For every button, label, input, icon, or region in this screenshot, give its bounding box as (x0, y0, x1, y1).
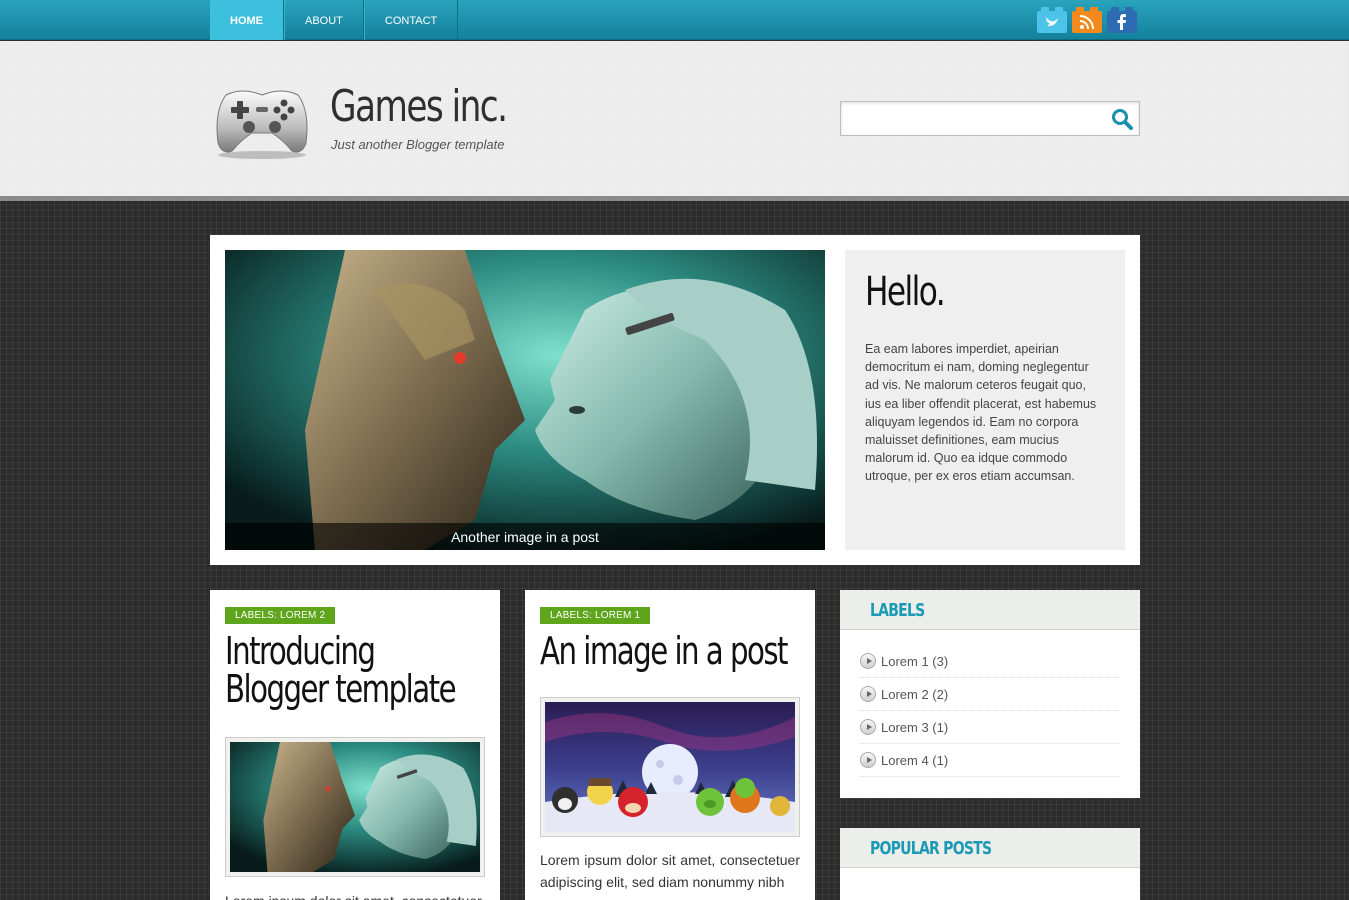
nav-home[interactable]: HOME (210, 0, 284, 40)
featured-section: Another image in a post Hello. Ea eam la… (210, 235, 1140, 565)
twitter-icon[interactable] (1036, 7, 1067, 33)
popular-posts-widget: POPULAR POSTS (840, 828, 1140, 900)
rss-icon[interactable] (1071, 7, 1102, 33)
post-thumbnail[interactable] (225, 737, 485, 877)
top-nav-bar: HOME ABOUT CONTACT (0, 0, 1349, 40)
facebook-icon[interactable] (1106, 7, 1137, 33)
post-title[interactable]: An image in a post (540, 632, 794, 670)
hero-caption: Another image in a post (225, 523, 825, 550)
nav-contact[interactable]: CONTACT (363, 0, 459, 40)
label-item[interactable]: Lorem 3 (1) (860, 711, 1120, 744)
post-card: LABELS: LOREM 1 An image in a post Lorem… (525, 590, 815, 900)
main-nav: HOME ABOUT CONTACT (210, 0, 459, 40)
site-title[interactable]: Games inc. (330, 81, 508, 132)
site-header: Games inc. Just another Blogger template (0, 41, 1349, 201)
arrow-bullet-icon (860, 686, 876, 702)
label-list: Lorem 1 (3) Lorem 2 (2) Lorem 3 (1) Lore… (840, 630, 1140, 797)
labels-widget: LABELS Lorem 1 (3) Lorem 2 (2) Lorem 3 (… (840, 590, 1140, 798)
post-excerpt: Lorem ipsum dolor sit amet, consectetuer (225, 890, 485, 900)
widget-title: POPULAR POSTS (840, 828, 1140, 868)
widget-title: LABELS (840, 590, 1140, 630)
label-item[interactable]: Lorem 2 (2) (860, 678, 1120, 711)
search-input[interactable] (841, 102, 1101, 135)
post-card: LABELS: LOREM 2 Introducing Blogger temp… (210, 590, 500, 900)
post-thumbnail[interactable] (540, 697, 800, 837)
label-item[interactable]: Lorem 4 (1) (860, 744, 1120, 777)
arrow-bullet-icon (860, 653, 876, 669)
nav-about[interactable]: ABOUT (284, 0, 364, 40)
search-box (840, 101, 1140, 136)
social-links (1036, 7, 1137, 33)
search-icon[interactable] (1111, 108, 1133, 130)
gamepad-logo-icon[interactable] (212, 81, 312, 161)
site-tagline: Just another Blogger template (331, 137, 505, 152)
post-label[interactable]: LABELS: LOREM 2 (225, 607, 336, 624)
post-title[interactable]: Introducing Blogger template (225, 632, 479, 708)
post-excerpt: Lorem ipsum dolor sit amet, consectetuer… (540, 852, 800, 890)
hello-box: Hello. Ea eam labores imperdiet, apeiria… (845, 250, 1125, 550)
arrow-bullet-icon (860, 752, 876, 768)
label-item[interactable]: Lorem 1 (3) (860, 645, 1120, 678)
arrow-bullet-icon (860, 719, 876, 735)
hello-title: Hello. (865, 269, 946, 315)
hero-image[interactable]: Another image in a post (225, 250, 825, 550)
post-label[interactable]: LABELS: LOREM 1 (540, 607, 651, 624)
hello-text: Ea eam labores imperdiet, apeirian democ… (865, 342, 1097, 484)
